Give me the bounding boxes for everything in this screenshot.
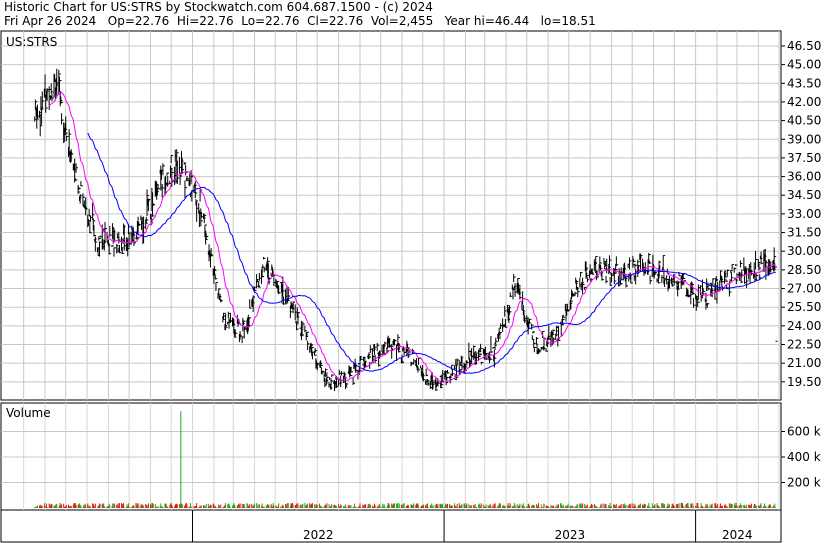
- volume-tick-label: 600 k: [787, 425, 821, 439]
- volume-bars: [34, 411, 777, 508]
- price-tick-label: 21.00: [787, 356, 821, 370]
- price-tick-label: 36.00: [787, 170, 821, 184]
- price-tick-label: 34.50: [787, 188, 821, 202]
- long-moving-average-line: [87, 132, 776, 374]
- short-moving-average-line: [48, 90, 777, 383]
- price-tick-label: 40.50: [787, 114, 821, 128]
- symbol-label: US:STRS: [6, 35, 57, 49]
- price-tick-label: 28.50: [787, 263, 821, 277]
- volume-tick-label: 400 k: [787, 450, 821, 464]
- year-label: 2024: [722, 528, 753, 542]
- year-label: 2023: [555, 528, 586, 542]
- price-tick-label: 46.50: [787, 39, 821, 53]
- volume-label: Volume: [6, 406, 51, 420]
- volume-axis: 200 k 400 k 600 k: [781, 425, 821, 490]
- year-label: 2022: [303, 528, 334, 542]
- price-axis: 19.50 21.00 22.50 24.00 25.50 27.00 28.50 30.00…: [781, 39, 821, 389]
- price-tick-label: 37.50: [787, 151, 821, 165]
- price-tick-label: 27.00: [787, 282, 821, 296]
- price-tick-label: 25.50: [787, 300, 821, 314]
- time-axis: [0, 509, 782, 543]
- price-tick-label: 24.00: [787, 319, 821, 333]
- price-tick-label: 45.00: [787, 58, 821, 72]
- volume-tick-label: 200 k: [787, 476, 821, 490]
- price-tick-label: 19.50: [787, 375, 821, 389]
- price-tick-label: 31.50: [787, 226, 821, 240]
- price-tick-label: 22.50: [787, 338, 821, 352]
- price-tick-label: 30.00: [787, 244, 821, 258]
- price-bars: [34, 68, 778, 392]
- price-tick-label: 39.00: [787, 132, 821, 146]
- volume-grid: [1, 403, 781, 510]
- price-grid: [1, 31, 781, 400]
- price-tick-label: 33.00: [787, 207, 821, 221]
- price-tick-label: 43.50: [787, 76, 821, 90]
- price-tick-label: 42.00: [787, 95, 821, 109]
- stock-chart: 19.50 21.00 22.50 24.00 25.50 27.00 28.50 30.00…: [0, 30, 821, 543]
